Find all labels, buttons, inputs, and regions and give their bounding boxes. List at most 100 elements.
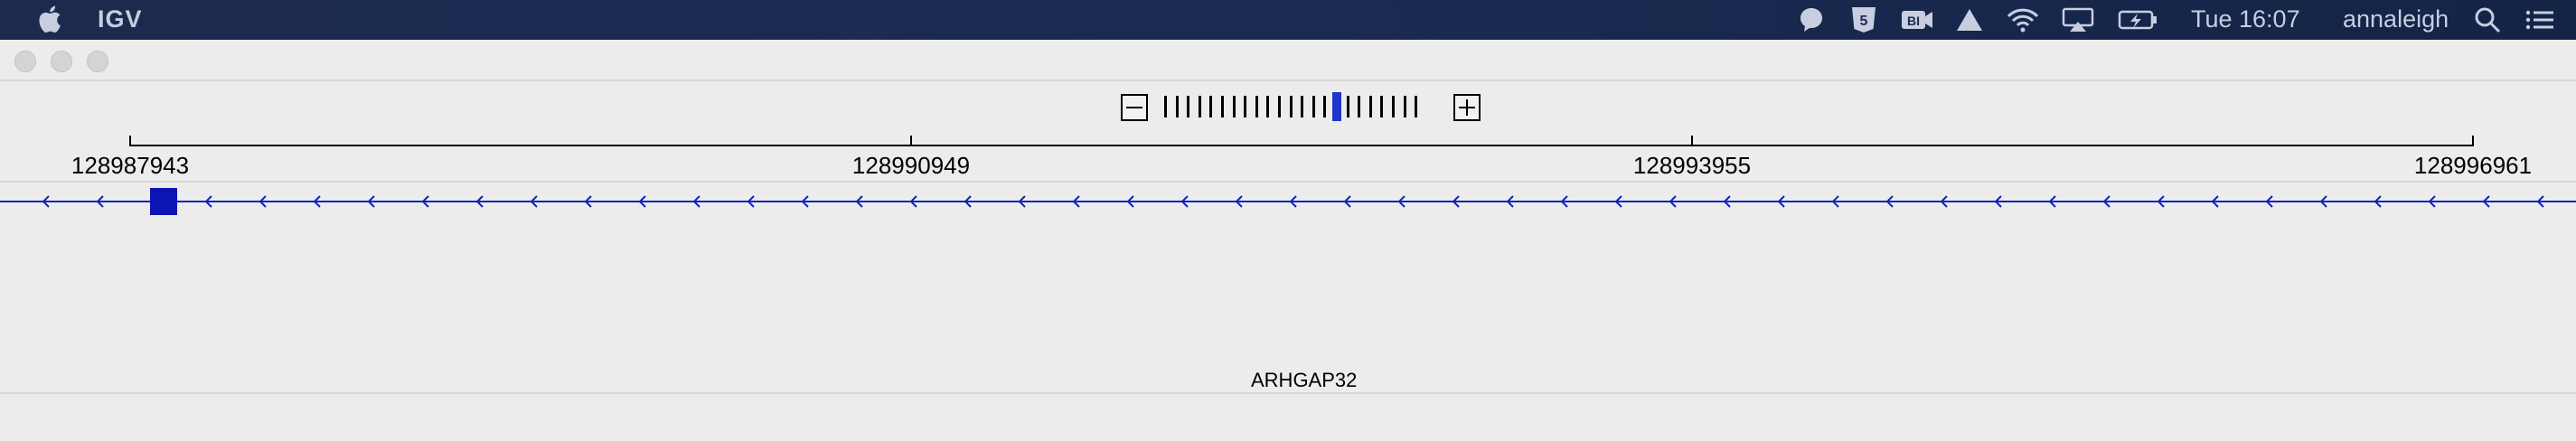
menu-list-icon[interactable]	[2524, 5, 2556, 34]
strand-arrow	[2157, 195, 2165, 208]
window-minimize-button[interactable]	[51, 51, 72, 72]
strand-arrow	[1777, 195, 1785, 208]
strand-arrow	[1072, 195, 1080, 208]
strand-arrow	[1614, 195, 1622, 208]
ruler-axis-line	[130, 145, 2473, 146]
zoom-level-tick[interactable]	[1164, 96, 1167, 117]
gene-intron-line[interactable]	[0, 201, 2576, 202]
strand-arrow	[1343, 195, 1351, 208]
zoom-level-tick[interactable]	[1346, 96, 1349, 117]
strand-arrow	[2211, 195, 2219, 208]
strand-arrow	[1289, 195, 1297, 208]
zoom-in-button[interactable]	[1453, 94, 1481, 121]
ruler-tick	[1691, 136, 1693, 146]
zoom-level-tick[interactable]	[1403, 96, 1406, 117]
strand-arrow	[964, 195, 972, 208]
zoom-level-tick[interactable]	[1175, 96, 1179, 117]
menu-bar: IGV 5 BI Tue 16:07 annaleigh	[0, 0, 2576, 40]
menubar-user[interactable]: annaleigh	[2343, 5, 2449, 33]
zoom-level-indicator[interactable]	[1332, 92, 1341, 121]
strand-arrow	[2048, 195, 2056, 208]
track-separator	[0, 392, 2576, 394]
strand-arrow	[1885, 195, 1894, 208]
strand-arrow	[1506, 195, 1514, 208]
strand-arrow	[1994, 195, 2002, 208]
ruler-label: 128996961	[2413, 152, 2533, 179]
zoom-level-tick[interactable]	[1368, 96, 1372, 117]
strand-arrow	[1940, 195, 1948, 208]
strand-arrow	[584, 195, 592, 208]
airplay-icon[interactable]	[2061, 5, 2095, 34]
svg-text:5: 5	[1860, 14, 1868, 29]
strand-arrow	[96, 195, 104, 208]
minus-icon	[1126, 107, 1142, 108]
gene-exon[interactable]	[150, 188, 177, 215]
zoom-level-tick[interactable]	[1266, 96, 1270, 117]
zoom-level-tick[interactable]	[1380, 96, 1384, 117]
window-close-button[interactable]	[14, 51, 36, 72]
strand-arrow	[2102, 195, 2111, 208]
strand-arrow	[2428, 195, 2436, 208]
zoom-level-tick[interactable]	[1221, 96, 1224, 117]
zoom-level-tick[interactable]	[1278, 96, 1281, 117]
gene-name-label: ARHGAP32	[1251, 369, 1358, 391]
apple-icon[interactable]	[34, 4, 63, 34]
search-icon[interactable]	[2473, 5, 2502, 34]
bi-camera-icon[interactable]: BI	[1900, 5, 1934, 34]
strand-arrow	[367, 195, 375, 208]
wifi-icon[interactable]	[2005, 5, 2041, 34]
strand-arrow	[204, 195, 212, 208]
menubar-clock[interactable]: Tue 16:07	[2191, 5, 2300, 33]
ruler-tick	[129, 136, 131, 146]
strand-arrow	[2319, 195, 2327, 208]
zoom-level-tick[interactable]	[1392, 96, 1395, 117]
zoom-level-tick[interactable]	[1301, 96, 1304, 117]
strand-arrow	[2265, 195, 2273, 208]
strand-arrow	[855, 195, 863, 208]
zoom-level-tick[interactable]	[1244, 96, 1247, 117]
strand-arrow	[530, 195, 538, 208]
ruler-label: 128990949	[851, 152, 971, 179]
window-zoom-button[interactable]	[87, 51, 108, 72]
strand-arrow	[1831, 195, 1839, 208]
battery-charging-icon[interactable]	[2117, 5, 2160, 34]
ruler-label: 128987943	[71, 152, 190, 179]
track-separator	[0, 181, 2576, 183]
strand-arrow	[692, 195, 700, 208]
chat-bubble-icon[interactable]	[1797, 5, 1826, 34]
strand-arrow	[801, 195, 809, 208]
strand-arrow	[638, 195, 646, 208]
strand-arrow	[1560, 195, 1568, 208]
strand-arrow	[747, 195, 755, 208]
zoom-level-tick[interactable]	[1187, 96, 1190, 117]
strand-arrow	[313, 195, 321, 208]
zoom-level-tick[interactable]	[1255, 96, 1258, 117]
strand-arrow	[42, 195, 50, 208]
strand-arrow	[1723, 195, 1731, 208]
ruler-tick	[910, 136, 912, 146]
drive-triangle-icon[interactable]	[1954, 5, 1985, 34]
strand-arrow	[475, 195, 484, 208]
strand-arrow	[421, 195, 429, 208]
strand-arrow	[909, 195, 917, 208]
strand-arrow	[1397, 195, 1406, 208]
html5-shield-icon[interactable]: 5	[1849, 5, 1878, 34]
ruler-label: 128993955	[1632, 152, 1752, 179]
zoom-level-tick[interactable]	[1358, 96, 1361, 117]
zoom-level-tick[interactable]	[1209, 96, 1213, 117]
strand-arrow	[1180, 195, 1189, 208]
zoom-level-tick[interactable]	[1198, 96, 1201, 117]
zoom-level-tick[interactable]	[1323, 96, 1327, 117]
strand-arrow	[2374, 195, 2382, 208]
strand-arrow	[259, 195, 267, 208]
zoom-out-button[interactable]	[1121, 94, 1148, 121]
strand-arrow	[2536, 195, 2544, 208]
zoom-level-tick[interactable]	[1232, 96, 1236, 117]
zoom-level-tick[interactable]	[1312, 96, 1315, 117]
strand-arrow	[1669, 195, 1677, 208]
zoom-level-tick[interactable]	[1289, 96, 1293, 117]
window-titlebar	[0, 40, 2576, 81]
strand-arrow	[1452, 195, 1460, 208]
zoom-level-tick[interactable]	[1415, 96, 1418, 117]
app-menu-igv[interactable]: IGV	[98, 5, 143, 33]
